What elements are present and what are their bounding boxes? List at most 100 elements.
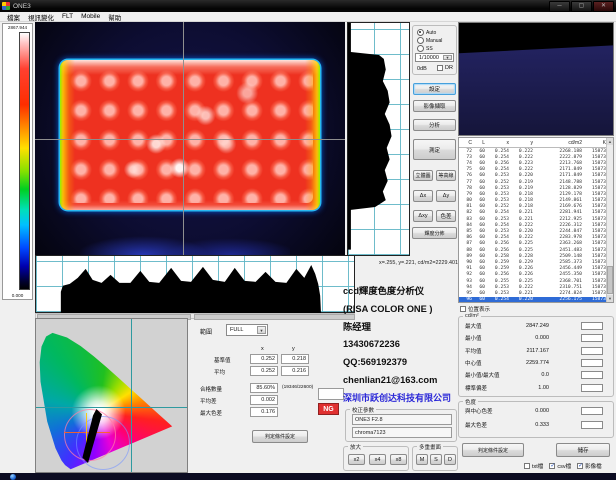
menu-item-4[interactable]: 幫助	[104, 12, 125, 22]
ref-x-field[interactable]: 0.252	[250, 354, 278, 364]
table-row[interactable]: 84600.2540.2222226.31215873	[459, 222, 613, 228]
menu-item-3[interactable]: Mobile	[77, 13, 104, 20]
position-display-checkbox[interactable]: 位置表示	[460, 305, 490, 313]
lum-dist-button[interactable]: 輝度分佈	[412, 227, 457, 239]
capture-button[interactable]: 影像擷取	[413, 100, 456, 112]
menu-item-1[interactable]: 視訊變化	[24, 12, 58, 22]
table-row[interactable]: 95600.2530.2212274.82415873	[459, 290, 613, 296]
table-row[interactable]: 96600.2540.2202256.17515873	[459, 297, 613, 303]
position-display-label: 位置表示	[468, 305, 490, 313]
multi-m-button[interactable]: M	[416, 454, 428, 465]
menu-item-2[interactable]: FLT	[58, 13, 77, 20]
file-option-0[interactable]: txt檔	[524, 462, 543, 470]
ref-y-field[interactable]: 0.218	[281, 354, 309, 364]
delta-xy-button[interactable]: Δxy	[413, 210, 433, 222]
menu-item-0[interactable]: 檔案	[3, 12, 24, 22]
scrollbar-thumb[interactable]	[607, 266, 613, 294]
title-bar[interactable]: ONE3 ─ ▢ ✕	[0, 0, 616, 12]
pass-count-detail: (19346/22600)	[282, 385, 313, 390]
table-cell: 60	[472, 235, 485, 240]
contour-button[interactable]: 等高線	[436, 170, 456, 181]
table-cell: 0.221	[509, 210, 533, 215]
table-row[interactable]: 73600.2540.2222222.87915873	[459, 154, 613, 160]
app-icon	[2, 2, 10, 10]
table-cell: 0.225	[509, 279, 533, 284]
table-row[interactable]: 94600.2530.2222310.75115873	[459, 284, 613, 290]
calibration-field-2[interactable]: chroma7123	[352, 427, 452, 438]
exposure-mode-manual[interactable]: Manual	[417, 37, 442, 44]
table-cell: 87	[459, 241, 472, 246]
judge-settings-button-right[interactable]: 判定條件設定	[462, 443, 524, 457]
dr-checkbox[interactable]: DR	[437, 65, 453, 71]
table-row[interactable]: 75600.2540.2222171.84915873	[459, 167, 613, 173]
chevron-down-icon: ▼	[257, 326, 266, 334]
radio-icon[interactable]	[417, 45, 424, 52]
crosshair-horizontal[interactable]	[35, 139, 345, 140]
table-cell: 60	[472, 266, 485, 271]
multi-d-button[interactable]: D	[444, 454, 456, 465]
file-option-1[interactable]: ✓csv檔	[549, 462, 571, 470]
checkbox-icon[interactable]: ✓	[549, 463, 555, 469]
table-row[interactable]: 85600.2530.2202244.84715873	[459, 228, 613, 234]
zoom-x4-button[interactable]: x4	[369, 454, 386, 465]
table-cell: 2213.768	[533, 161, 582, 166]
table-row[interactable]: 81600.2520.2182169.67615873	[459, 204, 613, 210]
table-row[interactable]: 83600.2530.2212212.92515873	[459, 216, 613, 222]
set-button[interactable]: 設定	[413, 83, 456, 95]
luminance-heatmap[interactable]	[35, 22, 345, 255]
table-row[interactable]: 87600.2560.2252363.26815873	[459, 241, 613, 247]
table-cell: 0.256	[485, 161, 509, 166]
minimize-button[interactable]: ─	[549, 1, 570, 12]
table-cell: 77	[459, 180, 472, 185]
table-cell: 2363.268	[533, 241, 582, 246]
table-row[interactable]: 82600.2540.2212281.94115873	[459, 210, 613, 216]
delta-x-button[interactable]: Δx	[413, 190, 433, 202]
table-row[interactable]: 88600.2560.2252451.48315873	[459, 247, 613, 253]
stat-label: 與中心色差	[465, 407, 493, 415]
close-button[interactable]: ✕	[593, 1, 614, 12]
table-row[interactable]: 89600.2580.2282509.14815873	[459, 253, 613, 259]
calibration-field-1[interactable]: ONE3 F2.8	[352, 414, 452, 425]
scroll-down-icon[interactable]: ▼	[607, 295, 613, 302]
color-diff-button[interactable]: 色差	[436, 210, 456, 222]
table-row[interactable]: 76600.2530.2202171.84915873	[459, 173, 613, 179]
table-row[interactable]: 80600.2530.2182149.86115873	[459, 198, 613, 204]
save-button[interactable]: 儲存	[556, 443, 610, 457]
table-row[interactable]: 91600.2590.2262456.44915873	[459, 266, 613, 272]
map3d-button[interactable]: 立體圖	[413, 170, 433, 181]
table-row[interactable]: 93600.2550.2252368.70115873	[459, 278, 613, 284]
shutter-select[interactable]: 1/10000 ▼	[415, 53, 454, 62]
checkbox-icon[interactable]	[524, 463, 530, 469]
table-row[interactable]: 90600.2590.2292585.37315873	[459, 259, 613, 265]
table-cell: 0.225	[509, 241, 533, 246]
radio-icon[interactable]	[417, 29, 424, 36]
table-row[interactable]: 77600.2520.2192148.78815873	[459, 179, 613, 185]
table-row[interactable]: 72600.2540.2222268.18815873	[459, 148, 613, 154]
table-row[interactable]: 86600.2540.2222283.97815873	[459, 235, 613, 241]
radio-icon[interactable]	[417, 37, 424, 44]
zoom-x2-button[interactable]: x2	[348, 454, 365, 465]
exposure-mode-ss[interactable]: SS	[417, 45, 433, 52]
exposure-groupbox: AutoManualSS 1/10000 ▼ 0dB DR	[412, 25, 457, 75]
stat-value: 0.000	[535, 408, 549, 414]
table-cell: 76	[459, 173, 472, 178]
judge-settings-button-center[interactable]: 判定條件設定	[252, 430, 308, 443]
maximize-button[interactable]: ▢	[571, 1, 592, 12]
exposure-mode-auto[interactable]: Auto	[417, 29, 436, 36]
delta-y-button[interactable]: Δy	[436, 190, 456, 202]
analyze-button[interactable]: 分析	[413, 119, 456, 131]
measure-button[interactable]: 測定	[413, 139, 456, 160]
zoom-x8-button[interactable]: x8	[390, 454, 407, 465]
company-name: 深圳市跃创达科技有限公司	[343, 390, 461, 408]
table-row[interactable]: 78600.2530.2192128.82915873	[459, 185, 613, 191]
checkbox-icon[interactable]: ✓	[577, 463, 583, 469]
scroll-up-icon[interactable]: ▲	[607, 138, 613, 145]
table-row[interactable]: 92600.2560.2262455.35015873	[459, 272, 613, 278]
multi-s-button[interactable]: S	[430, 454, 442, 465]
file-option-2[interactable]: ✓影像檔	[577, 462, 602, 470]
table-row[interactable]: 79600.2530.2182129.17815873	[459, 191, 613, 197]
dr-checkbox-box[interactable]	[437, 65, 443, 71]
range-select[interactable]: FULL ▼	[226, 324, 268, 336]
table-scrollbar[interactable]: ▲ ▼	[606, 138, 613, 302]
table-row[interactable]: 74600.2560.2232213.76815873	[459, 160, 613, 166]
